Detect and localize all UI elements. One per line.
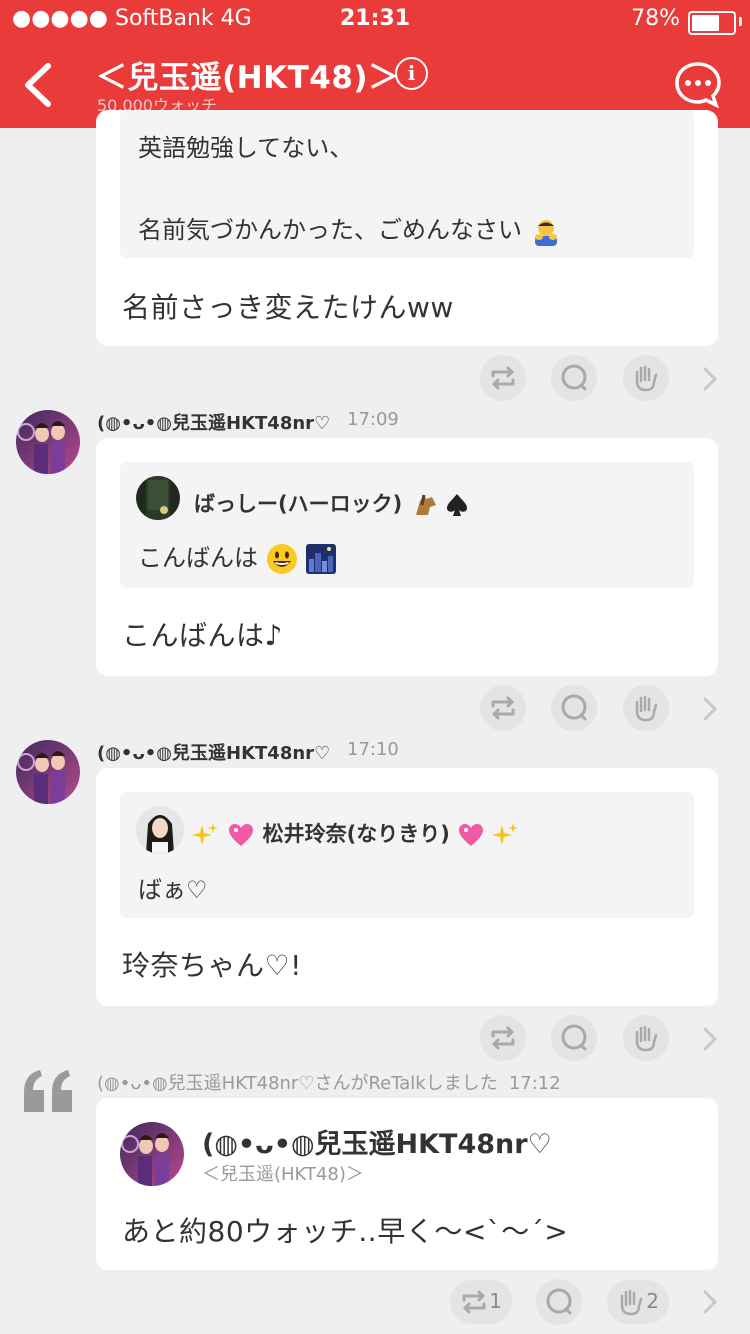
info-icon[interactable]: i bbox=[395, 57, 428, 90]
quote-avatar-image bbox=[136, 806, 184, 854]
quote-line: こんばんは bbox=[138, 538, 337, 575]
more-chevron[interactable] bbox=[700, 364, 720, 394]
reply-icon bbox=[561, 364, 587, 391]
retalk-icon bbox=[491, 366, 515, 390]
night-city-emoji-icon bbox=[306, 544, 337, 574]
bowing-person-emoji-icon bbox=[534, 220, 557, 246]
quote-line: 英語勉強してない、 bbox=[138, 134, 354, 162]
quote-mark-glyph bbox=[24, 1070, 72, 1112]
quote-author: 松井玲奈(なりきり) bbox=[192, 818, 520, 849]
chevron-right-icon bbox=[703, 367, 718, 391]
comment-button[interactable] bbox=[674, 60, 722, 109]
post-author[interactable]: (◍•ᴗ•◍兒玉遥HKT48nr♡ bbox=[97, 739, 330, 765]
reply-button[interactable] bbox=[536, 1279, 582, 1325]
chevron-right-icon bbox=[703, 697, 718, 721]
avatar-image bbox=[16, 740, 80, 804]
post-author[interactable]: (◍•ᴗ•◍兒玉遥HKT48nr♡ bbox=[97, 409, 330, 435]
retalk-room: ＜兒玉遥(HKT48)＞ bbox=[202, 1164, 364, 1185]
comment-icon bbox=[675, 62, 721, 109]
post-time: 17:09 bbox=[347, 409, 399, 430]
reply-icon bbox=[561, 694, 587, 721]
like-button[interactable] bbox=[623, 685, 669, 731]
quote-box[interactable]: 松井玲奈(なりきり) ばぁ♡ bbox=[120, 792, 694, 918]
retalk-icon bbox=[491, 1026, 515, 1050]
retalk-notice-text: (◍•ᴗ•◍兒玉遥HKT48nr♡さんがReTalkしました bbox=[97, 1073, 498, 1094]
like-button[interactable] bbox=[623, 355, 669, 401]
back-icon bbox=[25, 63, 51, 107]
horse-emoji-icon bbox=[415, 494, 436, 515]
like-button[interactable] bbox=[623, 1015, 669, 1061]
more-chevron[interactable] bbox=[700, 1287, 720, 1317]
post-time: 17:10 bbox=[347, 739, 399, 760]
sparkles-emoji-icon bbox=[192, 823, 218, 845]
post-text: 玲奈ちゃん♡! bbox=[122, 949, 302, 982]
battery-icon bbox=[688, 11, 736, 35]
sparkles-emoji-icon bbox=[492, 823, 519, 845]
like-hand-icon bbox=[635, 365, 658, 392]
chevron-right-icon bbox=[703, 1290, 718, 1314]
avatar[interactable] bbox=[16, 410, 80, 474]
retalk-text: あと約80ウォッチ‥早く〜<`〜´> bbox=[122, 1215, 569, 1248]
battery-percent: 78% bbox=[631, 6, 680, 31]
post-text: こんばんは♪ bbox=[122, 619, 283, 652]
room-title[interactable]: ＜兒玉遥(HKT48)＞ bbox=[96, 52, 400, 97]
app-header: ●●●●● SoftBank 4G 21:31 78% ＜兒玉遥(HKT48)＞… bbox=[0, 0, 750, 128]
retalk-button[interactable] bbox=[480, 355, 526, 401]
retalk-author: (◍•ᴗ•◍兒玉遥HKT48nr♡ bbox=[202, 1129, 552, 1160]
back-button[interactable] bbox=[18, 58, 68, 112]
post-card: ばっしー(ハーロック) こんばんは こんばんは♪ bbox=[96, 438, 718, 676]
like-hand-icon bbox=[635, 695, 658, 722]
post-text: 名前さっき変えたけんww bbox=[122, 291, 454, 324]
post-card: 松井玲奈(なりきり) ばぁ♡ 玲奈ちゃん♡! bbox=[96, 768, 718, 1006]
quote-line-text: こんばんは bbox=[138, 544, 258, 572]
quote-author-name: 松井玲奈(なりきり) bbox=[262, 822, 450, 846]
reply-icon bbox=[546, 1288, 572, 1315]
quote-author-name: ばっしー(ハーロック) bbox=[194, 492, 403, 516]
retalk-icon bbox=[491, 696, 515, 720]
chevron-right-icon bbox=[703, 1027, 718, 1051]
quote-author: ばっしー(ハーロック) bbox=[194, 488, 469, 519]
retalk-button[interactable] bbox=[480, 1015, 526, 1061]
quote-line: 名前気づかんかった、ごめんなさい bbox=[138, 210, 562, 247]
avatar-image bbox=[120, 1122, 184, 1186]
quote-box[interactable]: ばっしー(ハーロック) こんばんは bbox=[120, 462, 694, 588]
sparkling-heart-emoji-icon bbox=[229, 824, 254, 846]
battery-nub bbox=[739, 17, 742, 26]
sparkling-heart-emoji-icon bbox=[459, 824, 484, 846]
retalk-notice: (◍•ᴗ•◍兒玉遥HKT48nr♡さんがReTalkしました 17:12 bbox=[97, 1069, 561, 1095]
retalk-count: 1 bbox=[489, 1289, 502, 1313]
like-hand-icon bbox=[635, 1025, 658, 1052]
retalk-card[interactable]: (◍•ᴗ•◍兒玉遥HKT48nr♡ ＜兒玉遥(HKT48)＞ あと約80ウォッチ… bbox=[96, 1098, 718, 1270]
retalk-time: 17:12 bbox=[508, 1073, 561, 1094]
quote-line-text: 名前気づかんかった、ごめんなさい bbox=[138, 216, 522, 244]
reply-icon bbox=[561, 1024, 587, 1051]
spade-icon bbox=[446, 494, 467, 516]
reply-button[interactable] bbox=[551, 355, 597, 401]
more-chevron[interactable] bbox=[700, 694, 720, 724]
like-count: 2 bbox=[646, 1289, 659, 1313]
smiley-emoji-icon bbox=[266, 544, 297, 574]
battery-level-fill bbox=[692, 15, 720, 31]
quote-box: 英語勉強してない、 名前気づかんかった、ごめんなさい bbox=[120, 110, 694, 258]
avatar-image bbox=[16, 410, 80, 474]
quote-avatar-image bbox=[136, 476, 180, 520]
retalk-avatar bbox=[120, 1122, 184, 1186]
quote-avatar bbox=[136, 806, 184, 854]
quote-avatar bbox=[136, 476, 180, 520]
avatar[interactable] bbox=[16, 740, 80, 804]
retalk-button[interactable] bbox=[480, 685, 526, 731]
reply-button[interactable] bbox=[551, 1015, 597, 1061]
retalk-button[interactable]: 1 bbox=[450, 1280, 512, 1324]
quote-line: ばぁ♡ bbox=[138, 876, 208, 904]
more-chevron[interactable] bbox=[700, 1024, 720, 1054]
reply-button[interactable] bbox=[551, 685, 597, 731]
post-card: 英語勉強してない、 名前気づかんかった、ごめんなさい 名前さっき変えたけんww bbox=[96, 110, 718, 346]
like-button[interactable]: 2 bbox=[607, 1280, 669, 1324]
quote-mark-icon bbox=[22, 1066, 76, 1114]
